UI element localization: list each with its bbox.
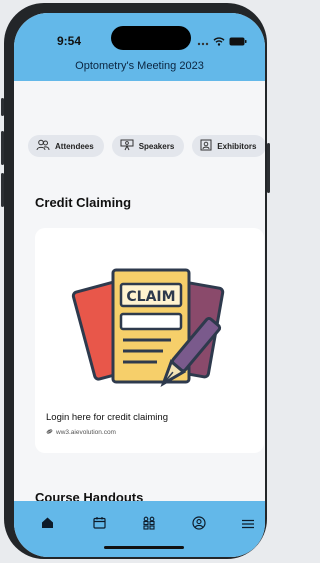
- claim-art-text: CLAIM: [126, 289, 175, 305]
- status-time: 9:54: [57, 34, 82, 48]
- status-icons: [197, 33, 247, 51]
- menu-icon: [242, 516, 254, 534]
- volume-down-button: [1, 173, 4, 207]
- claim-illustration: CLAIM: [71, 268, 225, 388]
- dynamic-island: [111, 26, 191, 50]
- chip-speakers[interactable]: Speakers: [111, 135, 185, 157]
- attendees-icon: [36, 139, 50, 153]
- page-title: Optometry's Meeting 2023: [75, 60, 204, 72]
- section-title-credit: Credit Claiming: [35, 195, 132, 210]
- card-link[interactable]: ww3.aievolution.com: [46, 428, 116, 437]
- calendar-icon: [92, 516, 106, 534]
- link-icon: [46, 428, 53, 437]
- tab-profile[interactable]: [191, 515, 207, 535]
- signal-dots-icon: [197, 33, 209, 51]
- people-icon: [142, 516, 156, 535]
- card-caption: Login here for credit claiming: [46, 412, 168, 423]
- credit-claim-card[interactable]: CLAIM Login here for credit claiming ww3…: [35, 228, 264, 453]
- tab-menu[interactable]: [240, 517, 256, 533]
- chip-attendees[interactable]: Attendees: [28, 135, 104, 157]
- tab-people[interactable]: [141, 516, 157, 535]
- wifi-icon: [213, 33, 225, 51]
- exhibitors-icon: [200, 139, 212, 153]
- tab-home[interactable]: [39, 517, 55, 533]
- home-icon: [41, 516, 54, 534]
- app-screen: 9:54 Optometry's Meeting 2023 Attendees …: [14, 13, 265, 557]
- chip-label: Speakers: [138, 141, 175, 151]
- app-header: 9:54 Optometry's Meeting 2023: [14, 13, 265, 81]
- volume-up-button: [1, 131, 4, 165]
- power-button: [267, 143, 270, 193]
- chip-exhibitors[interactable]: Exhibitors: [192, 135, 265, 157]
- chip-label: Exhibitors: [217, 141, 257, 151]
- phone-frame: 9:54 Optometry's Meeting 2023 Attendees …: [1, 3, 270, 559]
- home-indicator[interactable]: [104, 546, 184, 549]
- tab-bar: [14, 501, 265, 557]
- action-button: [1, 98, 4, 116]
- tab-schedule[interactable]: [91, 517, 107, 533]
- battery-icon: [229, 33, 247, 51]
- quick-links: Attendees Speakers Exhibitors: [28, 135, 265, 157]
- link-url: ww3.aievolution.com: [56, 429, 116, 436]
- chip-label: Attendees: [55, 141, 94, 151]
- speakers-icon: [120, 139, 134, 153]
- profile-icon: [192, 515, 206, 535]
